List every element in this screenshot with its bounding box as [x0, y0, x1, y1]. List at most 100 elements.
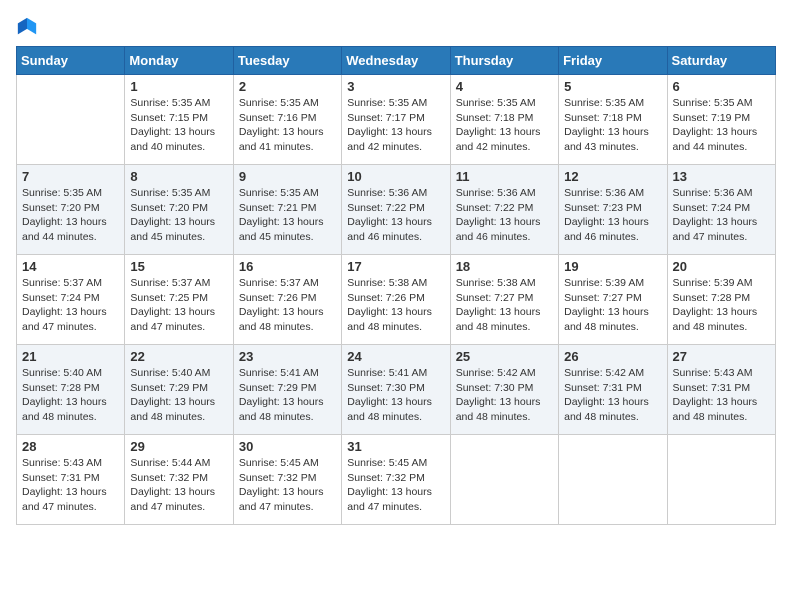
- calendar-cell: 29Sunrise: 5:44 AM Sunset: 7:32 PM Dayli…: [125, 435, 233, 525]
- cell-info: Sunrise: 5:44 AM Sunset: 7:32 PM Dayligh…: [130, 456, 227, 515]
- calendar-cell: 17 Sunrise: 5:38 AM Sunset: 7:26 PM Dayli…: [342, 255, 450, 345]
- day-number: 5: [564, 79, 661, 94]
- cell-info: Sunrise: 5:35 AM Sunset: 7:20 PM Dayligh…: [130, 186, 227, 245]
- cell-info: Sunrise: 5:36 AM Sunset: 7:22 PM Dayligh…: [347, 186, 444, 245]
- day-number: 3: [347, 79, 444, 94]
- day-number: 20: [673, 259, 770, 274]
- calendar-cell: 1 Sunrise: 5:35 AM Sunset: 7:15 PM Daylig…: [125, 75, 233, 165]
- col-header-wednesday: Wednesday: [342, 47, 450, 75]
- calendar-cell: 15Sunrise: 5:37 AM Sunset: 7:25 PM Dayli…: [125, 255, 233, 345]
- cell-info: Sunrise: 5:37 AM Sunset: 7:24 PM Dayligh…: [22, 276, 119, 335]
- day-number: 19: [564, 259, 661, 274]
- cell-info: Sunrise: 5:41 AM Sunset: 7:29 PM Dayligh…: [239, 366, 336, 425]
- calendar-cell: 28 Sunrise: 5:43 AM Sunset: 7:31 PM Dayli…: [17, 435, 125, 525]
- logo-icon: [16, 16, 38, 38]
- calendar-cell: 13 Sunrise: 5:36 AM Sunset: 7:24 PM Dayli…: [667, 165, 775, 255]
- calendar-cell: 23 Sunrise: 5:41 AM Sunset: 7:29 PM Dayli…: [233, 345, 341, 435]
- day-number: 18: [456, 259, 553, 274]
- cell-info: Sunrise: 5:36 AM Sunset: 7:24 PM Dayligh…: [673, 186, 770, 245]
- calendar-cell: 19 Sunrise: 5:39 AM Sunset: 7:27 PM Dayli…: [559, 255, 667, 345]
- day-number: 2: [239, 79, 336, 94]
- cell-info: Sunrise: 5:39 AM Sunset: 7:28 PM Dayligh…: [673, 276, 770, 335]
- cell-info: Sunrise: 5:35 AM Sunset: 7:18 PM Dayligh…: [456, 96, 553, 155]
- col-header-tuesday: Tuesday: [233, 47, 341, 75]
- calendar-cell: [559, 435, 667, 525]
- day-number: 12: [564, 169, 661, 184]
- calendar-cell: 30 Sunrise: 5:45 AM Sunset: 7:32 PM Dayli…: [233, 435, 341, 525]
- day-number: 30: [239, 439, 336, 454]
- cell-info: Sunrise: 5:39 AM Sunset: 7:27 PM Dayligh…: [564, 276, 661, 335]
- calendar-cell: 25 Sunrise: 5:42 AM Sunset: 7:30 PM Dayli…: [450, 345, 558, 435]
- calendar-header: SundayMondayTuesdayWednesdayThursdayFrid…: [17, 47, 776, 75]
- day-number: 15: [130, 259, 227, 274]
- cell-info: Sunrise: 5:35 AM Sunset: 7:18 PM Dayligh…: [564, 96, 661, 155]
- day-number: 24: [347, 349, 444, 364]
- day-number: 23: [239, 349, 336, 364]
- cell-info: Sunrise: 5:37 AM Sunset: 7:26 PM Dayligh…: [239, 276, 336, 335]
- calendar-cell: 16 Sunrise: 5:37 AM Sunset: 7:26 PM Dayli…: [233, 255, 341, 345]
- day-number: 10: [347, 169, 444, 184]
- cell-info: Sunrise: 5:45 AM Sunset: 7:32 PM Dayligh…: [347, 456, 444, 515]
- header-row: SundayMondayTuesdayWednesdayThursdayFrid…: [17, 47, 776, 75]
- cell-info: Sunrise: 5:40 AM Sunset: 7:29 PM Dayligh…: [130, 366, 227, 425]
- calendar-cell: 2 Sunrise: 5:35 AM Sunset: 7:16 PM Daylig…: [233, 75, 341, 165]
- calendar-cell: 18 Sunrise: 5:38 AM Sunset: 7:27 PM Dayli…: [450, 255, 558, 345]
- cell-info: Sunrise: 5:36 AM Sunset: 7:22 PM Dayligh…: [456, 186, 553, 245]
- calendar-cell: 5 Sunrise: 5:35 AM Sunset: 7:18 PM Daylig…: [559, 75, 667, 165]
- calendar-cell: 24Sunrise: 5:41 AM Sunset: 7:30 PM Dayli…: [342, 345, 450, 435]
- calendar-cell: [17, 75, 125, 165]
- calendar-week-5: 28 Sunrise: 5:43 AM Sunset: 7:31 PM Dayli…: [17, 435, 776, 525]
- cell-info: Sunrise: 5:35 AM Sunset: 7:15 PM Dayligh…: [130, 96, 227, 155]
- calendar-cell: 27 Sunrise: 5:43 AM Sunset: 7:31 PM Dayli…: [667, 345, 775, 435]
- day-number: 27: [673, 349, 770, 364]
- calendar-cell: 14 Sunrise: 5:37 AM Sunset: 7:24 PM Dayli…: [17, 255, 125, 345]
- calendar-cell: 12Sunrise: 5:36 AM Sunset: 7:23 PM Dayli…: [559, 165, 667, 255]
- calendar-week-4: 21 Sunrise: 5:40 AM Sunset: 7:28 PM Dayli…: [17, 345, 776, 435]
- cell-info: Sunrise: 5:42 AM Sunset: 7:31 PM Dayligh…: [564, 366, 661, 425]
- day-number: 6: [673, 79, 770, 94]
- col-header-sunday: Sunday: [17, 47, 125, 75]
- calendar-cell: 8 Sunrise: 5:35 AM Sunset: 7:20 PM Daylig…: [125, 165, 233, 255]
- calendar-cell: 9Sunrise: 5:35 AM Sunset: 7:21 PM Daylig…: [233, 165, 341, 255]
- cell-info: Sunrise: 5:40 AM Sunset: 7:28 PM Dayligh…: [22, 366, 119, 425]
- day-number: 28: [22, 439, 119, 454]
- cell-info: Sunrise: 5:43 AM Sunset: 7:31 PM Dayligh…: [22, 456, 119, 515]
- calendar-cell: 20 Sunrise: 5:39 AM Sunset: 7:28 PM Dayli…: [667, 255, 775, 345]
- col-header-saturday: Saturday: [667, 47, 775, 75]
- day-number: 1: [130, 79, 227, 94]
- cell-info: Sunrise: 5:35 AM Sunset: 7:20 PM Dayligh…: [22, 186, 119, 245]
- day-number: 22: [130, 349, 227, 364]
- cell-info: Sunrise: 5:35 AM Sunset: 7:19 PM Dayligh…: [673, 96, 770, 155]
- day-number: 7: [22, 169, 119, 184]
- calendar-cell: 3Sunrise: 5:35 AM Sunset: 7:17 PM Daylig…: [342, 75, 450, 165]
- day-number: 25: [456, 349, 553, 364]
- day-number: 26: [564, 349, 661, 364]
- calendar-table: SundayMondayTuesdayWednesdayThursdayFrid…: [16, 46, 776, 525]
- day-number: 8: [130, 169, 227, 184]
- day-number: 13: [673, 169, 770, 184]
- day-number: 11: [456, 169, 553, 184]
- day-number: 16: [239, 259, 336, 274]
- cell-info: Sunrise: 5:38 AM Sunset: 7:27 PM Dayligh…: [456, 276, 553, 335]
- col-header-friday: Friday: [559, 47, 667, 75]
- calendar-cell: 21 Sunrise: 5:40 AM Sunset: 7:28 PM Dayli…: [17, 345, 125, 435]
- day-number: 21: [22, 349, 119, 364]
- day-number: 14: [22, 259, 119, 274]
- cell-info: Sunrise: 5:35 AM Sunset: 7:16 PM Dayligh…: [239, 96, 336, 155]
- cell-info: Sunrise: 5:38 AM Sunset: 7:26 PM Dayligh…: [347, 276, 444, 335]
- calendar-cell: [667, 435, 775, 525]
- day-number: 17: [347, 259, 444, 274]
- calendar-week-2: 7 Sunrise: 5:35 AM Sunset: 7:20 PM Daylig…: [17, 165, 776, 255]
- calendar-body: 1 Sunrise: 5:35 AM Sunset: 7:15 PM Daylig…: [17, 75, 776, 525]
- logo: [16, 16, 42, 38]
- calendar-cell: [450, 435, 558, 525]
- cell-info: Sunrise: 5:42 AM Sunset: 7:30 PM Dayligh…: [456, 366, 553, 425]
- cell-info: Sunrise: 5:45 AM Sunset: 7:32 PM Dayligh…: [239, 456, 336, 515]
- day-number: 4: [456, 79, 553, 94]
- day-number: 31: [347, 439, 444, 454]
- calendar-cell: 31 Sunrise: 5:45 AM Sunset: 7:32 PM Dayli…: [342, 435, 450, 525]
- col-header-thursday: Thursday: [450, 47, 558, 75]
- calendar-week-3: 14 Sunrise: 5:37 AM Sunset: 7:24 PM Dayli…: [17, 255, 776, 345]
- calendar-cell: 11 Sunrise: 5:36 AM Sunset: 7:22 PM Dayli…: [450, 165, 558, 255]
- cell-info: Sunrise: 5:43 AM Sunset: 7:31 PM Dayligh…: [673, 366, 770, 425]
